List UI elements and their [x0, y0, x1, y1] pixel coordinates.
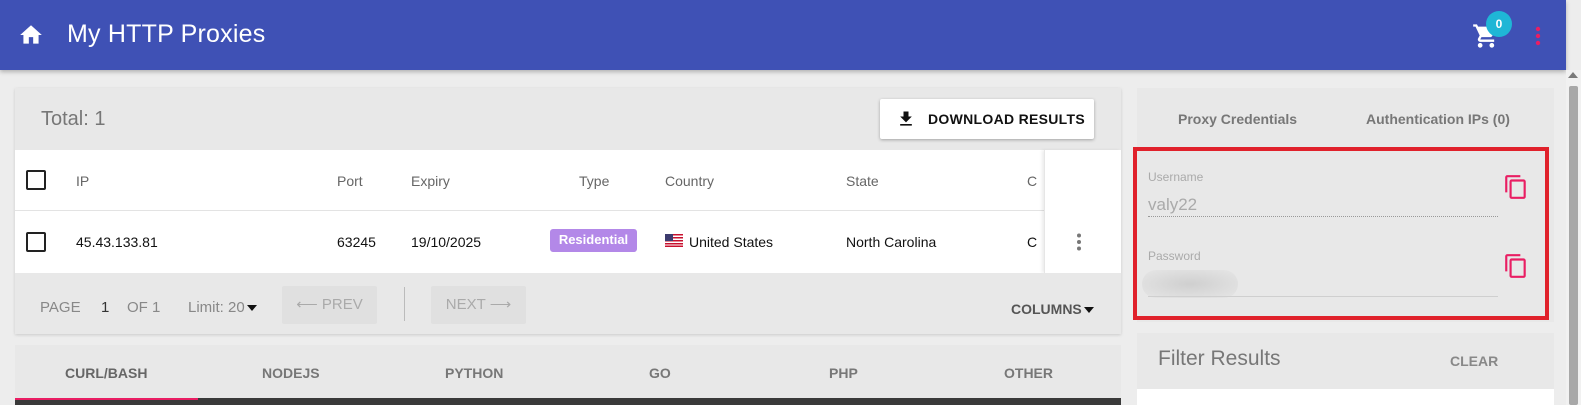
tab-go[interactable]: GO — [649, 365, 671, 381]
row-more-icon[interactable] — [1076, 233, 1082, 251]
type-badge: Residential — [550, 229, 637, 252]
active-tab-indicator — [15, 398, 198, 400]
tab-nodejs[interactable]: NODEJS — [262, 365, 320, 381]
columns-label: COLUMNS — [1011, 301, 1082, 317]
limit-label: Limit: 20 — [188, 299, 245, 316]
page-title: My HTTP Proxies — [67, 20, 266, 48]
caret-down-icon — [246, 305, 257, 312]
filter-title: Filter Results — [1158, 347, 1281, 370]
credentials-tabs: Proxy Credentials Authentication IPs (0) — [1137, 88, 1554, 146]
app-bar: My HTTP Proxies — [0, 0, 1566, 70]
clear-filters-button[interactable]: CLEAR — [1450, 353, 1498, 369]
column-header-type[interactable]: Type — [579, 173, 609, 189]
column-header-port[interactable]: Port — [337, 173, 363, 189]
scroll-up-arrow-icon[interactable] — [1568, 72, 1578, 78]
tab-curl-bash[interactable]: CURL/BASH — [65, 365, 147, 381]
proxy-table: IP Port Expiry Type Country State C 45.4… — [15, 150, 1121, 273]
column-header-state[interactable]: State — [846, 173, 879, 189]
page-number: 1 — [101, 299, 110, 316]
highlight-box — [1133, 147, 1549, 320]
next-page-button[interactable]: NEXT ⟶ — [431, 286, 526, 324]
cell-ip: 45.43.133.81 — [76, 234, 158, 250]
row-checkbox[interactable] — [26, 232, 46, 252]
columns-button[interactable]: COLUMNS — [1011, 301, 1094, 317]
column-header-expiry[interactable]: Expiry — [411, 173, 450, 189]
total-count: Total: 1 — [41, 108, 106, 130]
column-header-c[interactable]: C — [1027, 173, 1037, 189]
download-results-label: DOWNLOAD RESULTS — [928, 111, 1085, 127]
prev-page-button[interactable]: ⟵ PREV — [282, 286, 377, 324]
filter-body — [1137, 389, 1554, 405]
select-all-checkbox[interactable] — [26, 170, 46, 190]
cart-count-badge: 0 — [1486, 11, 1512, 37]
column-header-country[interactable]: Country — [665, 173, 714, 189]
tab-python[interactable]: PYTHON — [445, 365, 503, 381]
column-header-ip[interactable]: IP — [76, 173, 89, 189]
tab-proxy-credentials[interactable]: Proxy Credentials — [1178, 111, 1297, 127]
row-divider — [15, 210, 1121, 211]
cell-state: North Carolina — [846, 234, 937, 250]
cell-port: 63245 — [337, 234, 376, 250]
tab-other[interactable]: OTHER — [1004, 365, 1053, 381]
more-vert-icon[interactable] — [1530, 24, 1546, 48]
home-icon[interactable] — [18, 22, 44, 48]
row-actions-column — [1044, 150, 1121, 273]
code-examples-tabs: CURL/BASH NODEJS PYTHON GO PHP OTHER — [15, 345, 1121, 405]
pager-divider — [404, 287, 405, 321]
caret-down-icon — [1083, 307, 1094, 314]
scrollbar-thumb[interactable] — [1569, 86, 1578, 405]
cell-expiry: 19/10/2025 — [411, 234, 482, 250]
download-icon — [896, 109, 916, 129]
limit-select[interactable]: Limit: 20 — [188, 299, 257, 316]
page-of-label: OF 1 — [127, 299, 161, 316]
filter-card: Filter Results CLEAR — [1137, 333, 1554, 405]
page-label: PAGE — [40, 299, 81, 316]
download-results-button[interactable]: DOWNLOAD RESULTS — [880, 99, 1094, 139]
tab-authentication-ips[interactable]: Authentication IPs (0) — [1366, 111, 1510, 127]
pagination-bar: PAGE 1 OF 1 Limit: 20 ⟵ PREV NEXT ⟶ COLU… — [15, 273, 1121, 334]
cell-c: C — [1027, 234, 1038, 250]
tab-php[interactable]: PHP — [829, 365, 858, 381]
us-flag-icon — [665, 234, 683, 247]
results-card: Total: 1 DOWNLOAD RESULTS IP Port Expiry… — [15, 88, 1121, 334]
cell-country: United States — [689, 234, 774, 250]
